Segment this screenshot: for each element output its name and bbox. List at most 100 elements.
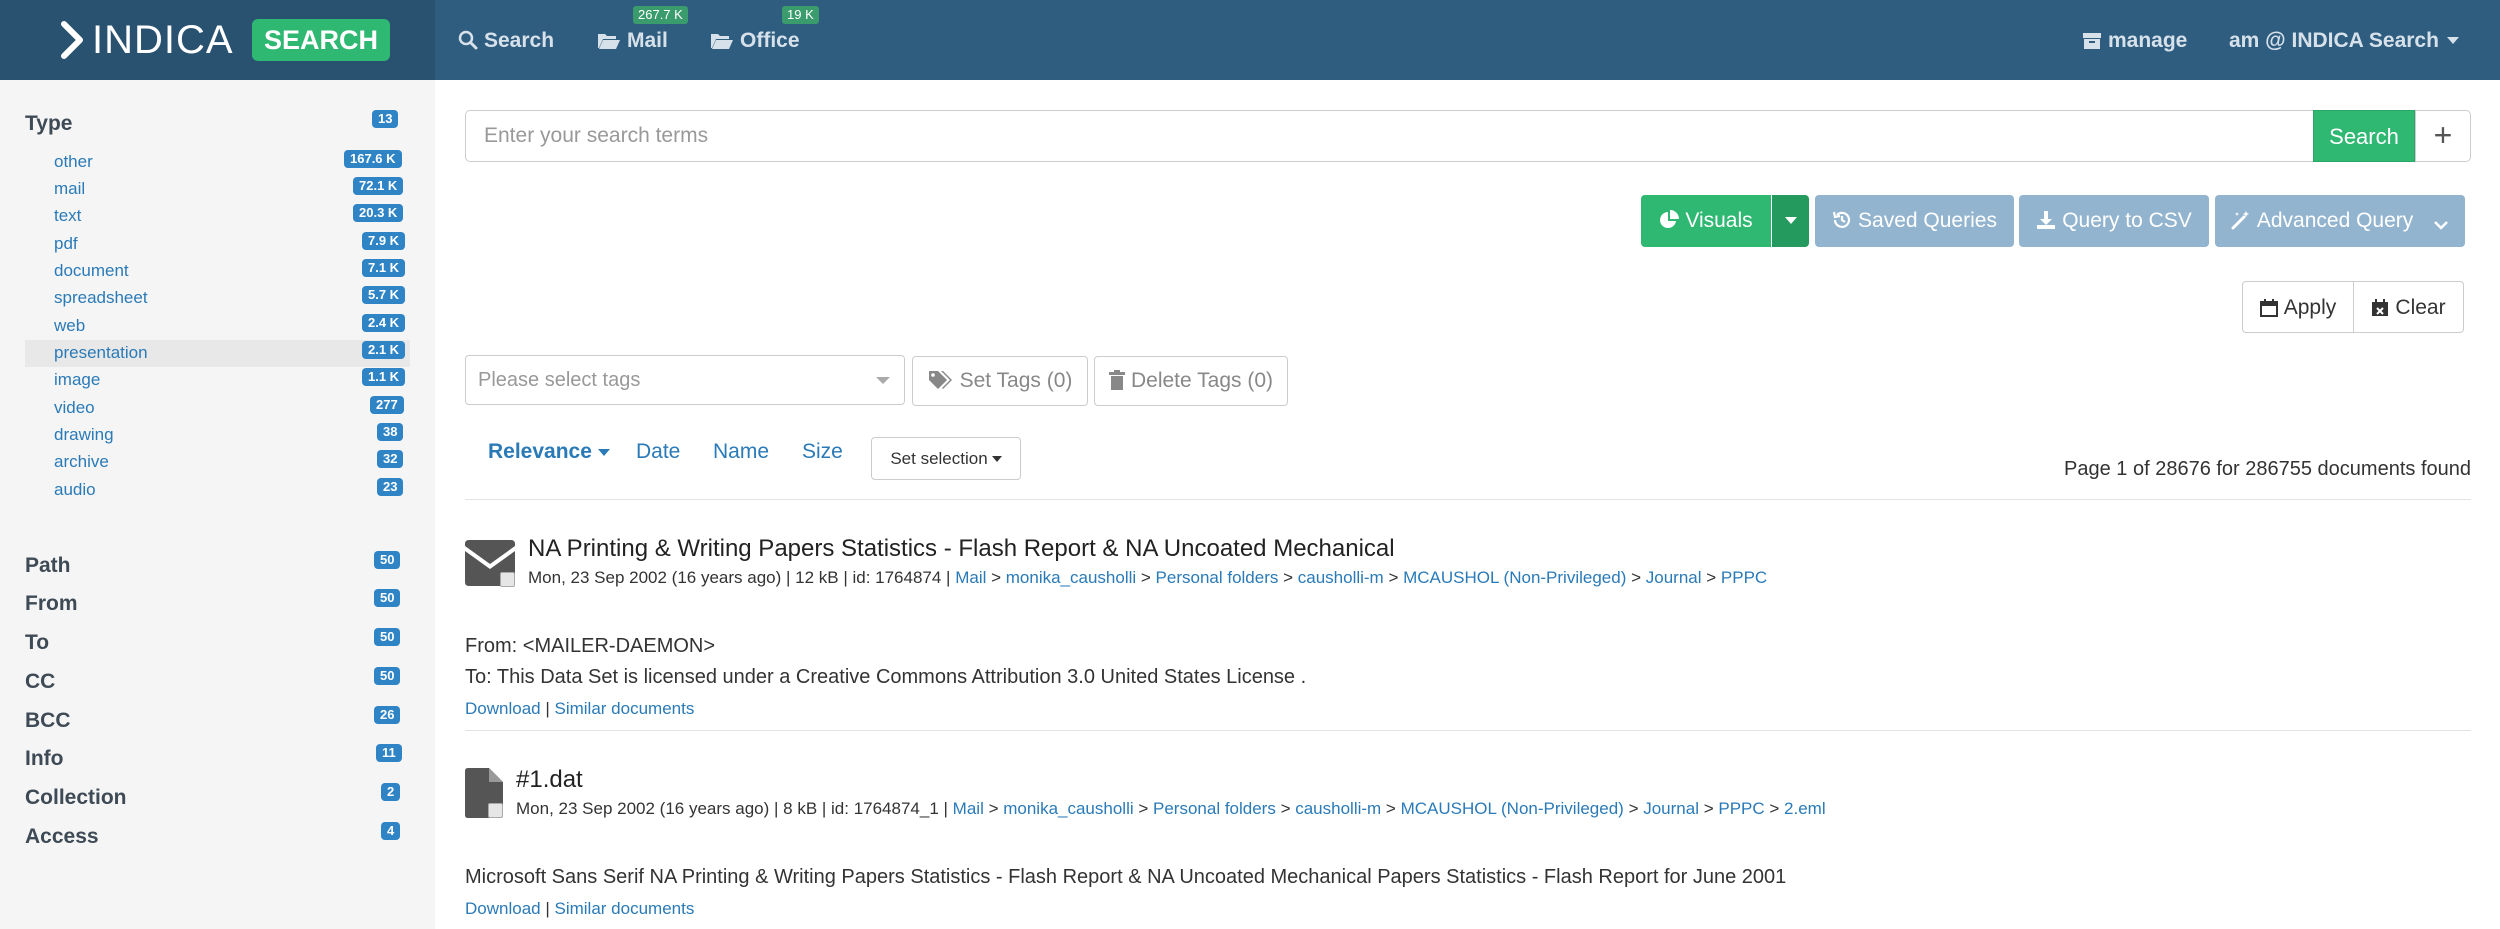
visuals-dropdown-toggle[interactable] xyxy=(1772,195,1809,247)
calendar-times-icon xyxy=(2372,299,2389,316)
facet-item-presentation[interactable]: presentation xyxy=(54,343,148,363)
facet-item-audio[interactable]: audio xyxy=(54,480,96,500)
clear-button[interactable]: Clear xyxy=(2354,281,2464,333)
facet-item-document[interactable]: document xyxy=(54,261,129,281)
result-select-checkbox[interactable] xyxy=(488,803,503,818)
user-menu[interactable]: am @ INDICA Search xyxy=(2229,24,2459,58)
saved-queries-label: Saved Queries xyxy=(1858,209,1997,232)
apply-button[interactable]: Apply xyxy=(2242,281,2354,333)
nav-search[interactable]: Search xyxy=(458,24,554,58)
set-tags-label: Set Tags (0) xyxy=(959,369,1073,392)
path-link[interactable]: monika_causholli xyxy=(1006,568,1136,587)
facet-item-text[interactable]: text xyxy=(54,206,81,226)
facet-item-drawing[interactable]: drawing xyxy=(54,425,114,445)
facet-item-other[interactable]: other xyxy=(54,152,93,172)
trash-icon xyxy=(1108,370,1125,390)
path-link[interactable]: causholli-m xyxy=(1295,799,1381,818)
caret-down-icon xyxy=(597,449,610,456)
facet-item-archive[interactable]: archive xyxy=(54,452,109,472)
delete-tags-button[interactable]: Delete Tags (0) xyxy=(1094,356,1288,406)
search-icon xyxy=(458,30,478,50)
facet-path-title[interactable]: Path xyxy=(25,554,71,578)
facet-type-title[interactable]: Type xyxy=(25,112,72,136)
facet-item-pdf[interactable]: pdf xyxy=(54,234,78,254)
facet-count: 26 xyxy=(374,706,401,724)
facet-item-video[interactable]: video xyxy=(54,398,95,418)
similar-documents-link[interactable]: Similar documents xyxy=(555,899,695,918)
tag-select-placeholder: Please select tags xyxy=(478,369,641,391)
facet-count: 72.1 K xyxy=(353,177,404,195)
caret-down-icon xyxy=(2446,37,2459,44)
facet-cc-title[interactable]: CC xyxy=(25,670,55,694)
path-link[interactable]: MCAUSHOL (Non-Privileged) xyxy=(1403,568,1626,587)
facet-item-mail[interactable]: mail xyxy=(54,179,85,199)
path-link[interactable]: Personal folders xyxy=(1153,799,1276,818)
set-tags-button[interactable]: Set Tags (0) xyxy=(912,356,1088,406)
brand-logo[interactable]: INDICA SEARCH xyxy=(0,0,435,80)
path-link[interactable]: Mail xyxy=(955,568,986,587)
download-link[interactable]: Download xyxy=(465,899,541,918)
facet-count: 50 xyxy=(374,551,401,569)
path-link[interactable]: PPPC xyxy=(1718,799,1764,818)
result-title[interactable]: #1.dat xyxy=(516,766,583,794)
similar-documents-link[interactable]: Similar documents xyxy=(555,699,695,718)
facet-item-web[interactable]: web xyxy=(54,316,85,336)
result-snippet: Microsoft Sans Serif NA Printing & Writi… xyxy=(465,866,1787,888)
path-link[interactable]: Journal xyxy=(1646,568,1702,587)
path-link[interactable]: MCAUSHOL (Non-Privileged) xyxy=(1401,799,1624,818)
query-to-csv-button[interactable]: Query to CSV xyxy=(2019,195,2209,247)
path-link[interactable]: monika_causholli xyxy=(1003,799,1133,818)
caret-down-icon xyxy=(1784,217,1797,224)
result-select-checkbox[interactable] xyxy=(500,572,515,587)
add-query-button[interactable]: + xyxy=(2415,110,2471,162)
facet-count: 11 xyxy=(376,744,402,762)
advanced-query-button[interactable]: Advanced Query xyxy=(2215,195,2465,247)
nav-office[interactable]: Office xyxy=(710,24,800,58)
delete-tags-label: Delete Tags (0) xyxy=(1130,369,1274,392)
facet-collection-title[interactable]: Collection xyxy=(25,786,127,810)
saved-queries-button[interactable]: Saved Queries xyxy=(1815,195,2014,247)
result-from: From: <MAILER-DAEMON> xyxy=(465,635,716,657)
facet-info-title[interactable]: Info xyxy=(25,747,63,771)
download-link[interactable]: Download xyxy=(465,699,541,718)
top-navbar: INDICA SEARCH Search 267.7 K Mail 19 K O… xyxy=(0,0,2500,80)
set-selection-dropdown[interactable]: Set selection xyxy=(871,437,1021,480)
search-input[interactable] xyxy=(465,110,2313,162)
path-link[interactable]: Mail xyxy=(953,799,984,818)
sort-size[interactable]: Size xyxy=(802,440,843,464)
path-link[interactable]: 2.eml xyxy=(1784,799,1826,818)
tag-select-dropdown[interactable]: Please select tags xyxy=(465,355,905,405)
visuals-label: Visuals xyxy=(1685,209,1753,232)
result-to: To: This Data Set is licensed under a Cr… xyxy=(465,666,1307,688)
facet-type-count: 13 xyxy=(372,110,399,128)
nav-mail[interactable]: Mail xyxy=(597,24,668,58)
facet-count: 1.1 K xyxy=(362,368,406,386)
result-title[interactable]: NA Printing & Writing Papers Statistics … xyxy=(528,535,1395,563)
facet-item-image[interactable]: image xyxy=(54,370,100,390)
sort-relevance[interactable]: Relevance xyxy=(488,440,610,464)
path-link[interactable]: causholli-m xyxy=(1298,568,1384,587)
result-meta: Mon, 23 Sep 2002 (16 years ago) | 12 kB … xyxy=(528,568,1768,587)
facet-from-title[interactable]: From xyxy=(25,592,78,616)
path-link[interactable]: Personal folders xyxy=(1156,568,1279,587)
search-button[interactable]: Search xyxy=(2313,110,2415,162)
facet-bcc-title[interactable]: BCC xyxy=(25,709,71,733)
caret-down-icon xyxy=(876,377,890,384)
visuals-button[interactable]: Visuals xyxy=(1641,195,1771,247)
chevron-down-icon xyxy=(2434,221,2449,230)
path-link[interactable]: Journal xyxy=(1643,799,1699,818)
path-link[interactable]: PPPC xyxy=(1721,568,1767,587)
facet-count: 2 xyxy=(381,783,401,801)
nav-manage[interactable]: manage xyxy=(2082,24,2187,58)
facet-count: 23 xyxy=(377,478,404,496)
sort-relevance-label: Relevance xyxy=(488,440,592,463)
user-menu-label: am @ INDICA Search xyxy=(2229,29,2439,52)
facet-access-title[interactable]: Access xyxy=(25,825,99,849)
advanced-query-label: Advanced Query xyxy=(2256,209,2414,232)
facet-item-spreadsheet[interactable]: spreadsheet xyxy=(54,288,148,308)
sort-date[interactable]: Date xyxy=(636,440,680,464)
facet-to-title[interactable]: To xyxy=(25,631,49,655)
facet-count: 277 xyxy=(370,396,404,414)
tags-icon xyxy=(928,371,952,389)
sort-name[interactable]: Name xyxy=(713,440,769,464)
